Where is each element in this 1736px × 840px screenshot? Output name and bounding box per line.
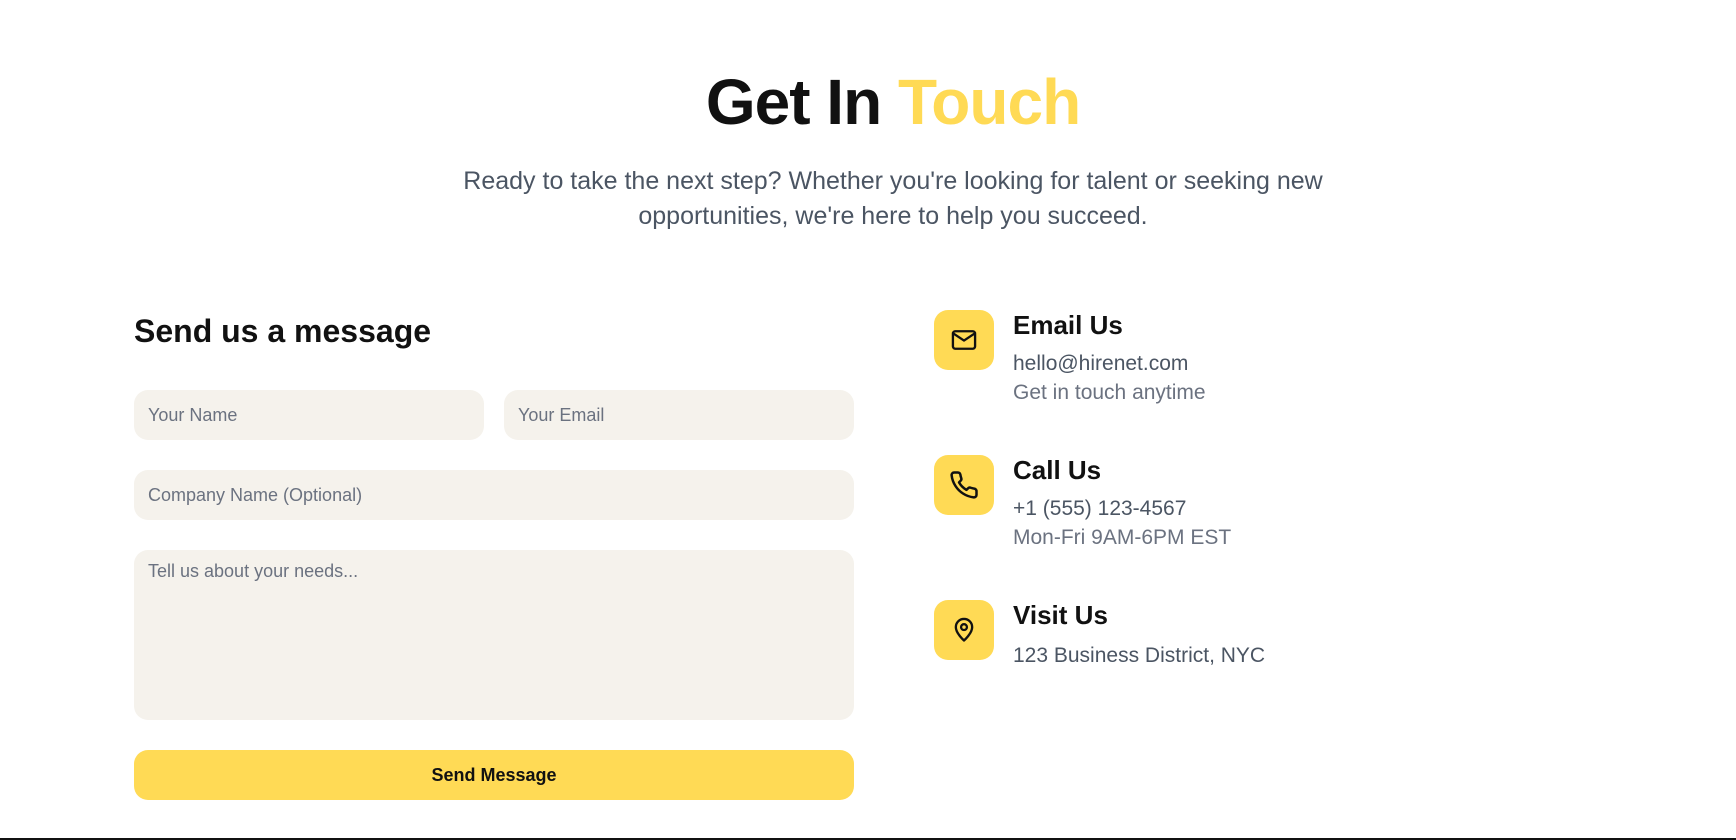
phone-number[interactable]: +1 (555) 123-4567 [1013, 495, 1513, 522]
contact-form: Send us a message Your Name Your Email C… [134, 312, 854, 800]
email-contact-details: Email Us hello@hirenet.com Get in touch … [1013, 310, 1513, 406]
phone-icon [950, 471, 978, 499]
page-title-main: Get In [705, 66, 898, 138]
office-address: 123 Business District, NYC [1013, 644, 1266, 667]
form-title: Send us a message [134, 313, 432, 349]
page-title-accent: Touch [897, 66, 1081, 138]
email-contact-title: Email Us [1013, 310, 1123, 340]
name-input[interactable]: Your Name [134, 390, 484, 440]
phone-hours: Mon-Fri 9AM-6PM EST [1013, 526, 1232, 549]
message-textarea[interactable]: Tell us about your needs... [134, 550, 854, 720]
email-note: Get in touch anytime [1013, 381, 1206, 404]
page-title: Get In Touch [0, 62, 1736, 142]
map-pin-icon [954, 617, 974, 642]
email-address[interactable]: hello@hirenet.com [1013, 350, 1513, 377]
address-contact-details: Visit Us 123 Business District, NYC [1013, 600, 1513, 669]
company-input[interactable]: Company Name (Optional) [134, 470, 854, 520]
phone-contact-details: Call Us +1 (555) 123-4567 Mon-Fri 9AM-6P… [1013, 455, 1513, 551]
email-icon-tile [934, 310, 994, 370]
map-pin-icon-tile [934, 600, 994, 660]
address-contact-title: Visit Us [1013, 600, 1108, 630]
phone-icon-tile [934, 455, 994, 515]
hero-section: Get In Touch Ready to take the next step… [0, 62, 1736, 234]
phone-contact-title: Call Us [1013, 455, 1102, 485]
email-input[interactable]: Your Email [504, 390, 854, 440]
mail-icon [951, 330, 977, 350]
send-message-button[interactable]: Send Message [134, 750, 854, 800]
page-subtitle: Ready to take the next step? Whether you… [463, 167, 1323, 230]
